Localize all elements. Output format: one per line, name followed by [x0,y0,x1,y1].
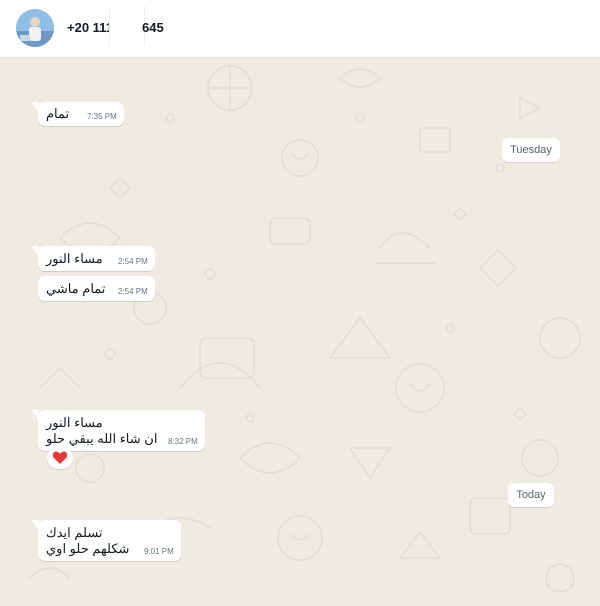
message-bubble[interactable]: مساء النور 2:54 PM [31,246,155,271]
message-bubble[interactable]: تمام ماشي 2:54 PM [38,276,155,301]
contact-avatar[interactable] [16,9,54,47]
bubble-tail [31,246,39,256]
avatar-image [16,9,54,47]
message-bubble[interactable]: تسلم ايدك شكلهم حلو اوي 9:01 PM [31,520,181,561]
message-text-line-1: تسلم ايدك [46,525,103,540]
message-text: تمام [46,106,70,121]
message-text-line-2: ان شاء الله يبقي حلو [46,431,158,446]
message-time: 2:54 PM [118,287,148,296]
message-time: 7:35 PM [87,112,117,121]
heart-icon [52,451,68,464]
chat-header: +20 111 645 [0,0,600,58]
message-text-line-2: شكلهم حلو اوي [46,541,130,556]
bubble-tail [31,410,39,420]
day-separator-today: Today [508,483,554,507]
chat-area[interactable]: تمام 7:35 PM Tuesday مساء النور 2:54 PM … [0,58,600,606]
bubble-tail [31,520,39,530]
message-text-line-1: مساء النور [46,415,103,430]
message-text: تمام ماشي [46,281,106,296]
message-reaction[interactable] [47,447,73,469]
contact-phone-suffix[interactable]: 645 [142,18,164,38]
message-time: 9:01 PM [144,547,174,556]
message-bubble[interactable]: تمام 7:35 PM [31,102,124,126]
phone-redaction [109,6,145,46]
contact-phone-prefix[interactable]: +20 111 [67,18,113,38]
day-separator-tuesday: Tuesday [502,138,560,162]
message-bubble[interactable]: مساء النور ان شاء الله يبقي حلو 8:32 PM [31,410,205,451]
bubble-tail [31,102,39,112]
message-time: 2:54 PM [118,257,148,266]
message-time: 8:32 PM [168,437,198,446]
message-text: مساء النور [46,251,103,266]
